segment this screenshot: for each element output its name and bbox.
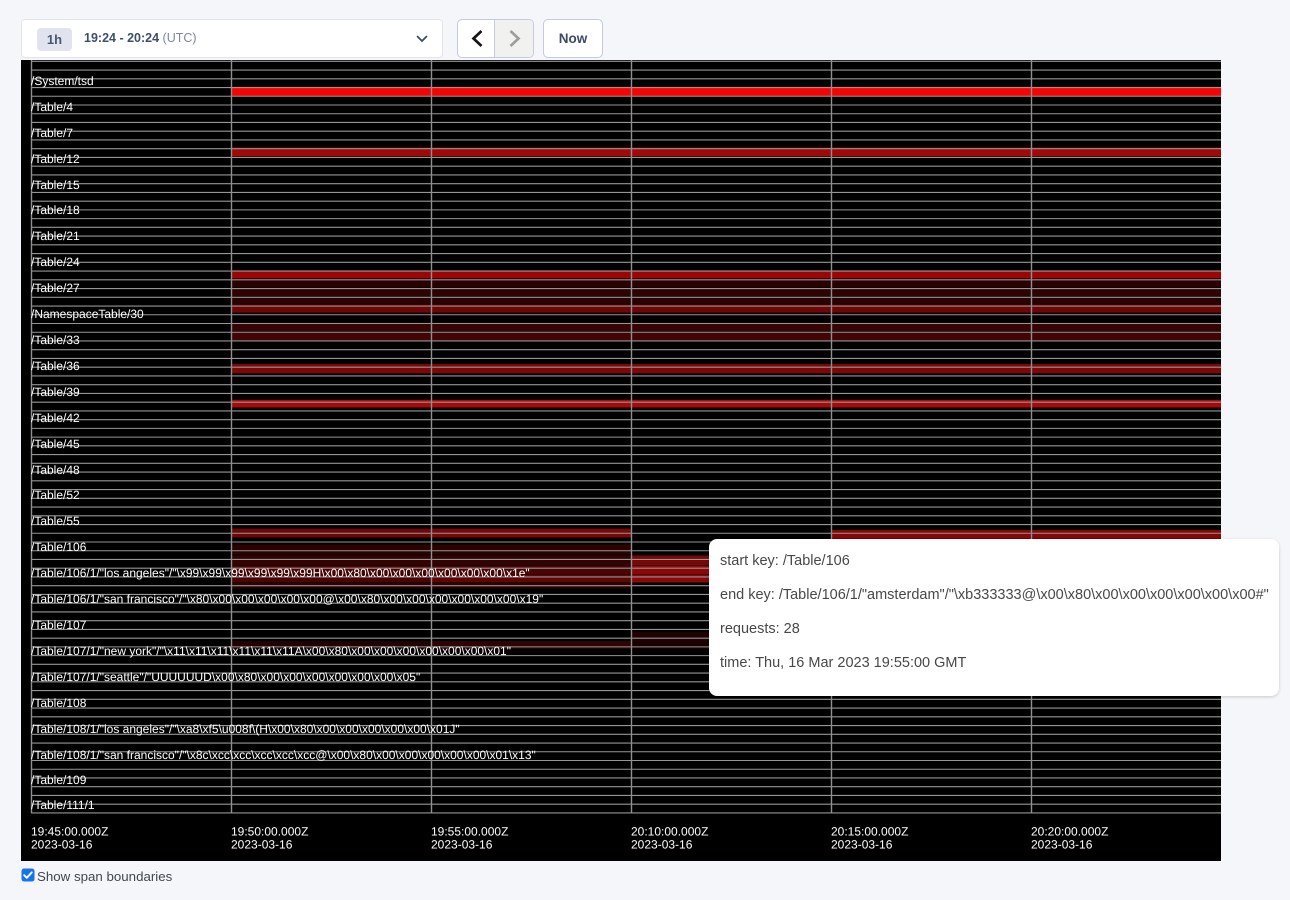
svg-text:/NamespaceTable/30: /NamespaceTable/30 [31, 307, 144, 321]
svg-text:/Table/106/1/"los angeles"/"\x: /Table/106/1/"los angeles"/"\x99\x99\x99… [31, 566, 530, 580]
svg-text:/Table/106/1/"san francisco"/": /Table/106/1/"san francisco"/"\x80\x00\x… [31, 592, 543, 606]
svg-text:19:45:00.000Z: 19:45:00.000Z [31, 825, 108, 839]
svg-text:2023-03-16: 2023-03-16 [831, 838, 893, 852]
svg-text:19:55:00.000Z: 19:55:00.000Z [431, 825, 508, 839]
svg-text:2023-03-16: 2023-03-16 [431, 838, 493, 852]
svg-text:2023-03-16: 2023-03-16 [231, 838, 293, 852]
svg-text:20:10:00.000Z: 20:10:00.000Z [631, 825, 708, 839]
svg-text:/Table/33: /Table/33 [31, 333, 80, 347]
svg-text:20:20:00.000Z: 20:20:00.000Z [1031, 825, 1108, 839]
svg-text:/Table/107/1/"new york"/"\x11\: /Table/107/1/"new york"/"\x11\x11\x11\x1… [31, 644, 511, 658]
svg-text:/Table/107: /Table/107 [31, 618, 87, 632]
svg-text:/Table/24: /Table/24 [31, 255, 80, 269]
svg-text:2023-03-16: 2023-03-16 [1031, 838, 1093, 852]
svg-text:/System/tsd: /System/tsd [31, 74, 94, 88]
svg-text:/Table/109: /Table/109 [31, 773, 87, 787]
svg-text:/Table/36: /Table/36 [31, 359, 80, 373]
svg-text:/Table/39: /Table/39 [31, 385, 80, 399]
svg-text:2023-03-16: 2023-03-16 [631, 838, 693, 852]
svg-text:/Table/7: /Table/7 [31, 126, 73, 140]
svg-text:/Table/45: /Table/45 [31, 437, 80, 451]
svg-text:/Table/106: /Table/106 [31, 540, 87, 554]
svg-text:/Table/21: /Table/21 [31, 229, 80, 243]
svg-text:/Table/4: /Table/4 [31, 100, 73, 114]
svg-text:/Table/18: /Table/18 [31, 203, 80, 217]
svg-text:20:15:00.000Z: 20:15:00.000Z [831, 825, 908, 839]
svg-text:/Table/42: /Table/42 [31, 411, 80, 425]
svg-text:19:50:00.000Z: 19:50:00.000Z [231, 825, 308, 839]
svg-text:/Table/48: /Table/48 [31, 463, 80, 477]
svg-text:/Table/107/1/"seattle"/"UUUUUU: /Table/107/1/"seattle"/"UUUUUUD\x00\x80\… [31, 670, 420, 684]
svg-text:/Table/52: /Table/52 [31, 488, 80, 502]
svg-text:/Table/12: /Table/12 [31, 152, 80, 166]
svg-text:2023-03-16: 2023-03-16 [31, 838, 93, 852]
svg-text:/Table/55: /Table/55 [31, 514, 80, 528]
svg-text:/Table/108/1/"san francisco"/": /Table/108/1/"san francisco"/"\x8c\xcc\x… [31, 748, 536, 762]
svg-text:/Table/108/1/"los angeles"/"\x: /Table/108/1/"los angeles"/"\xa8\xf5\u00… [31, 722, 460, 736]
svg-text:/Table/111/1: /Table/111/1 [31, 798, 95, 812]
svg-text:/Table/27: /Table/27 [31, 281, 80, 295]
svg-text:/Table/108: /Table/108 [31, 696, 87, 710]
svg-text:/Table/15: /Table/15 [31, 178, 80, 192]
